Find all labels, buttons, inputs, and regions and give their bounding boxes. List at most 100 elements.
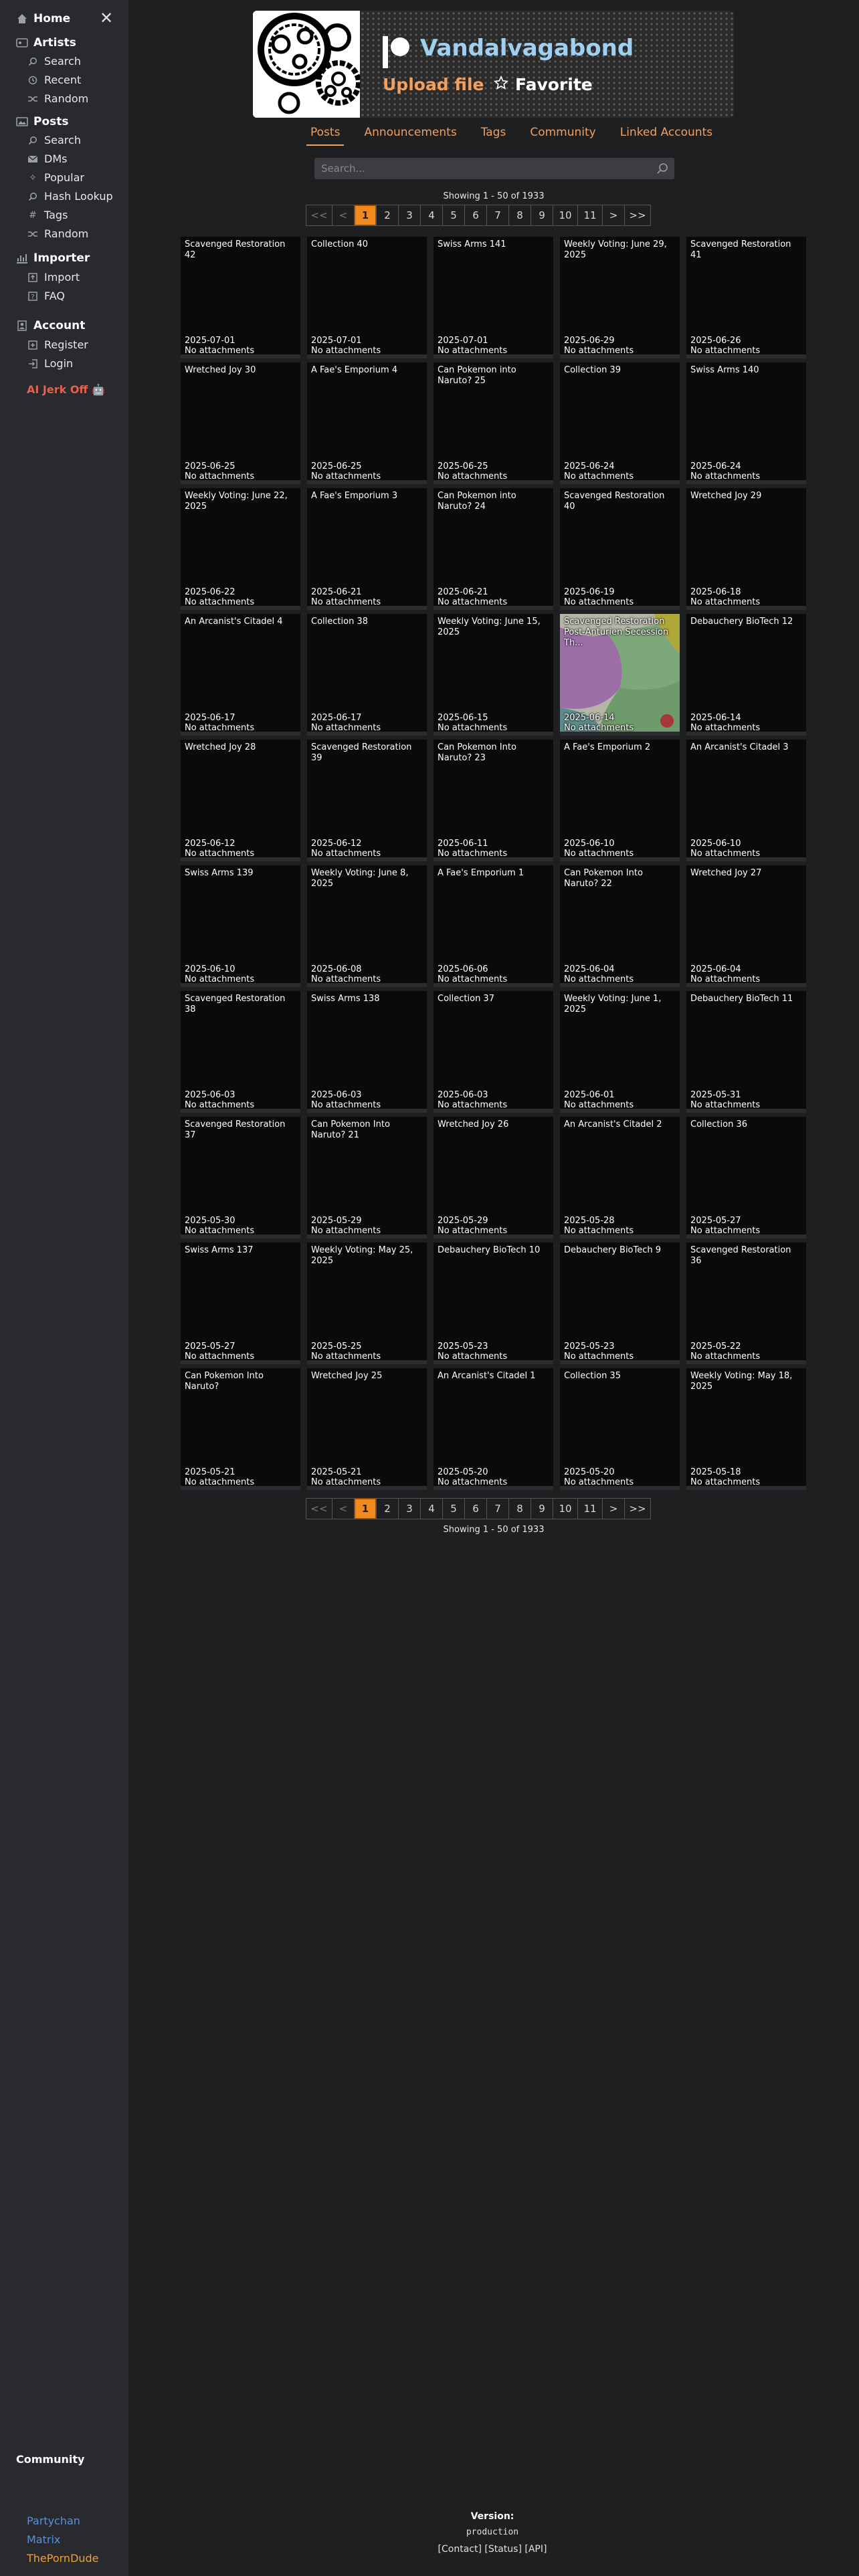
post-card[interactable]: Swiss Arms 137 2025-05-27 No attachments <box>181 1243 300 1364</box>
post-card[interactable]: Scavenged Restoration 41 2025-06-26 No att… <box>686 237 806 358</box>
sidebar-home[interactable]: Home <box>16 12 70 25</box>
pager-top-page-9[interactable]: 8 <box>508 205 531 226</box>
post-card[interactable]: Collection 40 2025-07-01 No attachments <box>307 237 427 358</box>
sidebar-item-posts-dms[interactable]: DMs <box>27 152 67 165</box>
search-icon[interactable] <box>656 162 669 175</box>
post-card[interactable]: Collection 36 2025-05-27 No attachments <box>686 1117 806 1239</box>
post-card[interactable]: Collection 39 2025-06-24 No attachments <box>560 362 680 484</box>
post-card[interactable]: Scavenged Restoration 40 2025-06-19 No att… <box>560 488 680 610</box>
post-card[interactable]: A Fae's Emporium 1 2025-06-06 No attachmen… <box>434 865 553 987</box>
pager-top-page-5[interactable]: 4 <box>420 205 443 226</box>
post-card[interactable]: A Fae's Emporium 4 2025-06-25 No attachmen… <box>307 362 427 484</box>
tab-announcements[interactable]: Announcements <box>360 126 460 146</box>
sidebar-item-posts-search[interactable]: Search <box>27 134 81 146</box>
pager-top-page-12[interactable]: 11 <box>577 205 603 226</box>
sidebar-item-login[interactable]: Login <box>27 357 73 370</box>
pager-top-page-13[interactable]: > <box>602 205 625 226</box>
post-card[interactable]: Wretched Joy 26 2025-05-29 No attachments <box>434 1117 553 1239</box>
post-card[interactable]: Weekly Voting: June 1, 2025 2025-06-01 No … <box>560 991 680 1113</box>
post-card[interactable]: Wretched Joy 30 2025-06-25 No attachments <box>181 362 300 484</box>
post-card[interactable]: Wretched Joy 25 2025-05-21 No attachments <box>307 1368 427 1490</box>
favorite-button[interactable]: Favorite <box>493 75 593 94</box>
pager-bottom-page-12[interactable]: 11 <box>577 1498 603 1519</box>
pager-top-page-1[interactable]: < <box>332 205 355 226</box>
pager-top-page-8[interactable]: 7 <box>486 205 509 226</box>
post-card[interactable]: Collection 38 2025-06-17 No attachments <box>307 614 427 736</box>
pager-top-page-10[interactable]: 9 <box>531 205 553 226</box>
sidebar-item-artists-recent[interactable]: Recent <box>27 74 81 86</box>
post-card[interactable]: Scavenged Restoration 36 2025-05-22 No att… <box>686 1243 806 1364</box>
pager-top-page-4[interactable]: 3 <box>398 205 421 226</box>
community-link-partychan[interactable]: Partychan <box>27 2514 80 2527</box>
post-card[interactable]: Scavenged Restoration Post-Anturien Sece… <box>560 614 680 736</box>
sidebar-item-posts-random[interactable]: Random <box>27 227 88 240</box>
pager-top-page-3[interactable]: 2 <box>376 205 399 226</box>
search-input[interactable] <box>314 158 674 179</box>
pager-top-page-14[interactable]: >> <box>624 205 651 226</box>
post-card[interactable]: Swiss Arms 138 2025-06-03 No attachments <box>307 991 427 1113</box>
sidebar-item-posts-hash-lookup[interactable]: Hash Lookup <box>27 190 113 203</box>
pager-bottom-page-6[interactable]: 5 <box>442 1498 465 1519</box>
community-link-theporndude[interactable]: ThePornDude <box>27 2552 99 2565</box>
pager-top-page-6[interactable]: 5 <box>442 205 465 226</box>
sidebar-item-posts-tags[interactable]: # Tags <box>27 209 68 221</box>
tab-community[interactable]: Community <box>526 126 599 146</box>
pager-bottom-page-5[interactable]: 4 <box>420 1498 443 1519</box>
post-card[interactable]: Scavenged Restoration 38 2025-06-03 No att… <box>181 991 300 1113</box>
post-card[interactable]: Swiss Arms 141 2025-07-01 No attachments <box>434 237 553 358</box>
pager-bottom-page-11[interactable]: 10 <box>553 1498 578 1519</box>
pager-bottom-page-14[interactable]: >> <box>624 1498 651 1519</box>
pager-bottom-page-7[interactable]: 6 <box>464 1498 487 1519</box>
post-card[interactable]: Debauchery BioTech 9 2025-05-23 No attachm… <box>560 1243 680 1364</box>
footer-links[interactable]: [Contact] [Status] [API] <box>401 2544 583 2555</box>
sidebar-item-import[interactable]: Import <box>27 271 80 284</box>
pager-bottom-page-13[interactable]: > <box>602 1498 625 1519</box>
sidebar-item-ai-jerk-off[interactable]: AI Jerk Off 🤖 <box>27 383 105 396</box>
post-card[interactable]: Wretched Joy 28 2025-06-12 No attachments <box>181 740 300 861</box>
community-link-matrix[interactable]: Matrix <box>27 2533 60 2546</box>
pager-bottom-page-9[interactable]: 8 <box>508 1498 531 1519</box>
post-card[interactable]: Swiss Arms 139 2025-06-10 No attachments <box>181 865 300 987</box>
tab-tags[interactable]: Tags <box>477 126 510 146</box>
post-card[interactable]: Debauchery BioTech 10 2025-05-23 No attach… <box>434 1243 553 1364</box>
pager-bottom-page-10[interactable]: 9 <box>531 1498 553 1519</box>
sidebar-item-artists-search[interactable]: Search <box>27 55 81 68</box>
post-card[interactable]: Weekly Voting: June 15, 2025 2025-06-15 No… <box>434 614 553 736</box>
sidebar-item-faq[interactable]: ? FAQ <box>27 290 65 302</box>
creator-name[interactable]: Vandalvagabond <box>420 35 634 62</box>
post-card[interactable]: Can Pokemon Into Naruto? 22 2025-06-04 No … <box>560 865 680 987</box>
post-card[interactable]: An Arcanist's Citadel 3 2025-06-10 No atta… <box>686 740 806 861</box>
post-card[interactable]: Weekly Voting: June 22, 2025 2025-06-22 No… <box>181 488 300 610</box>
post-card[interactable]: Weekly Voting: June 29, 2025 2025-06-29 No… <box>560 237 680 358</box>
post-card[interactable]: Collection 35 2025-05-20 No attachments <box>560 1368 680 1490</box>
pager-bottom-page-3[interactable]: 2 <box>376 1498 399 1519</box>
post-card[interactable]: Weekly Voting: May 25, 2025 2025-05-25 No … <box>307 1243 427 1364</box>
pager-bottom-page-8[interactable]: 7 <box>486 1498 509 1519</box>
pager-bottom-page-4[interactable]: 3 <box>398 1498 421 1519</box>
upload-file-button[interactable]: Upload file <box>383 75 484 94</box>
pager-top-page-7[interactable]: 6 <box>464 205 487 226</box>
pager-bottom-page-1[interactable]: < <box>332 1498 355 1519</box>
post-card[interactable]: An Arcanist's Citadel 2 2025-05-28 No atta… <box>560 1117 680 1239</box>
post-card[interactable]: Swiss Arms 140 2025-06-24 No attachments <box>686 362 806 484</box>
pager-top-page-2[interactable]: 1 <box>354 205 377 226</box>
post-card[interactable]: Can Pokemon Into Naruto? 2025-05-21 No att… <box>181 1368 300 1490</box>
post-card[interactable]: Can Pokemon Into Naruto? 23 2025-06-11 No … <box>434 740 553 861</box>
tab-posts[interactable]: Posts <box>306 126 345 146</box>
post-card[interactable]: Scavenged Restoration 37 2025-05-30 No att… <box>181 1117 300 1239</box>
post-card[interactable]: Debauchery BioTech 12 2025-06-14 No attach… <box>686 614 806 736</box>
post-card[interactable]: A Fae's Emporium 2 2025-06-10 No attachmen… <box>560 740 680 861</box>
post-card[interactable]: Scavenged Restoration 39 2025-06-12 No att… <box>307 740 427 861</box>
pager-top-page-11[interactable]: 10 <box>553 205 578 226</box>
creator-avatar[interactable] <box>253 11 361 118</box>
post-card[interactable]: Can Pokemon Into Naruto? 21 2025-05-29 No … <box>307 1117 427 1239</box>
sidebar-item-posts-popular[interactable]: ✧ Popular <box>27 171 84 184</box>
pager-top-page-0[interactable]: << <box>306 205 332 226</box>
tab-linked-accounts[interactable]: Linked Accounts <box>616 126 717 146</box>
post-card[interactable]: Weekly Voting: May 18, 2025 2025-05-18 No … <box>686 1368 806 1490</box>
pager-bottom-page-0[interactable]: << <box>306 1498 332 1519</box>
sidebar-item-register[interactable]: Register <box>27 338 88 351</box>
post-card[interactable]: Wretched Joy 27 2025-06-04 No attachments <box>686 865 806 987</box>
pager-bottom-page-2[interactable]: 1 <box>354 1498 377 1519</box>
post-card[interactable]: Weekly Voting: June 8, 2025 2025-06-08 No … <box>307 865 427 987</box>
